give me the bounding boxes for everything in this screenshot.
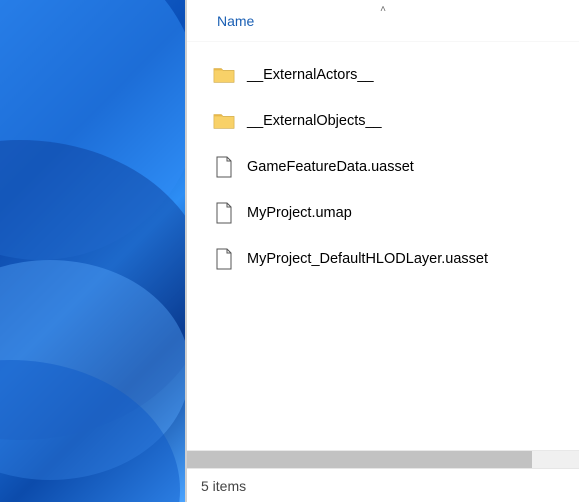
folder-icon (211, 108, 237, 134)
sort-ascending-icon: ˄ (380, 4, 386, 15)
status-bar: 5 items (187, 468, 579, 502)
file-row[interactable]: MyProject_DefaultHLODLayer.uasset (207, 236, 579, 282)
file-icon (211, 246, 237, 272)
file-row[interactable]: MyProject.umap (207, 190, 579, 236)
item-count-label: 5 items (201, 478, 246, 494)
folder-icon (211, 62, 237, 88)
file-row[interactable]: GameFeatureData.uasset (207, 144, 579, 190)
column-header-name[interactable]: Name (217, 13, 254, 29)
explorer-pane: ˄ Name __ExternalActors__ __ExternalObje… (185, 0, 579, 502)
folder-row[interactable]: __ExternalActors__ (207, 52, 579, 98)
desktop-wallpaper (0, 0, 185, 502)
horizontal-scrollbar[interactable] (187, 450, 579, 468)
item-name: GameFeatureData.uasset (247, 159, 414, 175)
item-name: __ExternalActors__ (247, 67, 374, 83)
file-icon (211, 154, 237, 180)
column-header-row: ˄ Name (187, 0, 579, 42)
scrollbar-thumb[interactable] (187, 451, 532, 468)
item-name: __ExternalObjects__ (247, 113, 382, 129)
folder-row[interactable]: __ExternalObjects__ (207, 98, 579, 144)
item-name: MyProject_DefaultHLODLayer.uasset (247, 251, 488, 267)
file-list: __ExternalActors__ __ExternalObjects__ G… (187, 42, 579, 450)
file-icon (211, 200, 237, 226)
item-name: MyProject.umap (247, 205, 352, 221)
